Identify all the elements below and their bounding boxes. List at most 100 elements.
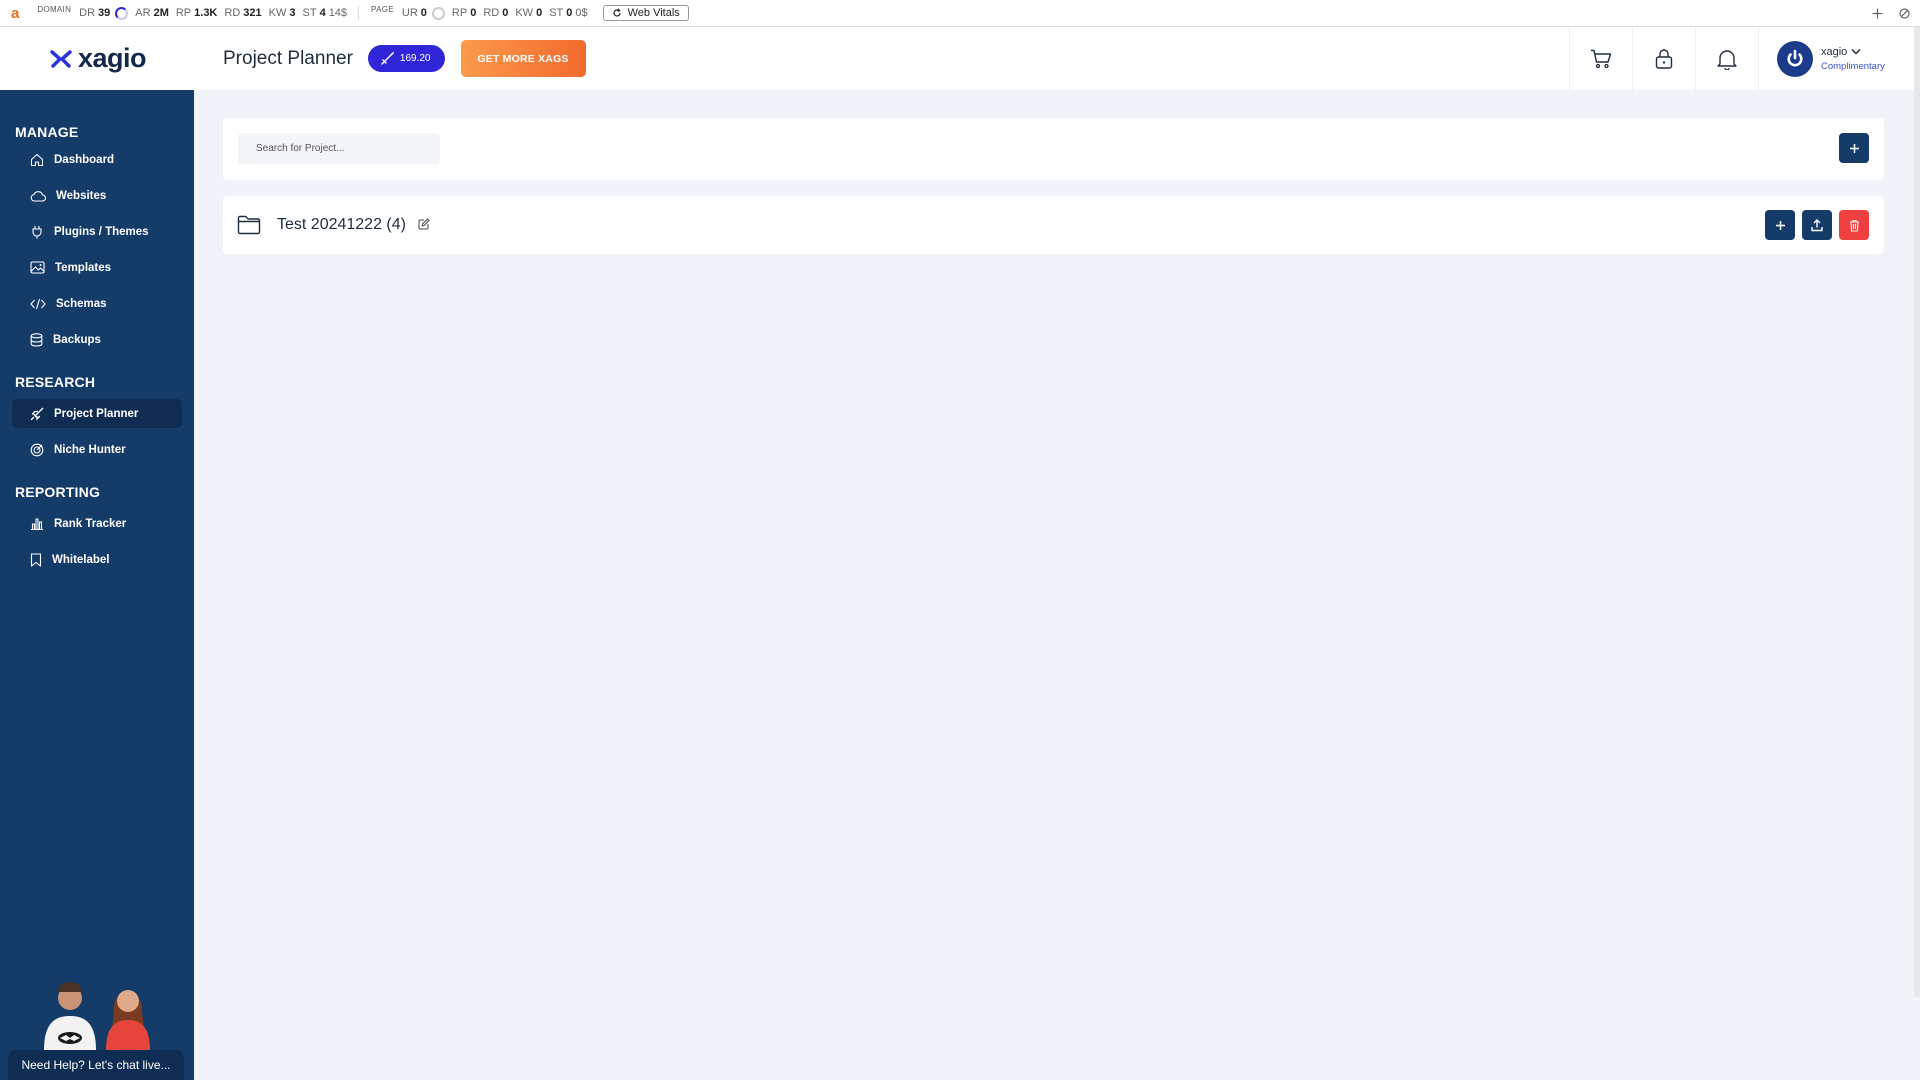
domain-section-label: DOMAIN (37, 4, 72, 14)
user-menu[interactable]: xagio Complimentary (1758, 27, 1903, 90)
edit-icon[interactable] (418, 218, 430, 230)
project-search-input[interactable] (238, 133, 440, 164)
metric-page-rd: RD 0 (483, 7, 509, 19)
lock-button[interactable] (1632, 27, 1695, 90)
folder-icon (237, 215, 261, 235)
add-project-button[interactable] (1839, 133, 1869, 163)
divider (358, 6, 360, 20)
sidebar-item-websites[interactable]: Websites (12, 181, 182, 210)
sidebar-item-label: Plugins / Themes (54, 225, 149, 238)
sidebar-item-schemas[interactable]: Schemas (12, 289, 182, 318)
web-vitals-button[interactable]: Web Vitals (602, 5, 689, 21)
target-icon (30, 443, 44, 456)
upload-icon (1811, 218, 1823, 231)
metric-ar: AR 2M (135, 7, 169, 19)
sidebar-item-templates[interactable]: Templates (12, 253, 182, 282)
user-name: xagio (1821, 45, 1848, 58)
xags-balance-badge[interactable]: 169.20 (367, 45, 445, 72)
bell-icon (1717, 49, 1737, 70)
sidebar-item-project-planner[interactable]: Project Planner (12, 399, 182, 428)
sidebar-item-rank-tracker[interactable]: Rank Tracker (12, 509, 182, 538)
plug-icon (32, 225, 42, 238)
sidebar-item-label: Whitelabel (52, 553, 110, 566)
bar-chart-icon (31, 518, 43, 530)
home-icon (30, 153, 44, 166)
sidebar-item-backups[interactable]: Backups (12, 325, 182, 354)
metric-kw: KW 3 (268, 7, 296, 19)
get-more-xags-button[interactable]: GET MORE XAGS (460, 40, 586, 77)
trash-icon (1849, 219, 1859, 232)
sidebar-item-dashboard[interactable]: Dashboard (12, 145, 182, 174)
xags-balance-value: 169.20 (399, 53, 431, 64)
chevron-down-icon (1851, 48, 1861, 55)
app-header: xagio Project Planner 169.20 GET MORE XA… (0, 27, 1920, 90)
project-actions (1765, 210, 1869, 240)
support-agents-image (44, 982, 150, 1050)
sidebar-item-label: Websites (56, 189, 107, 202)
ur-circle-icon (431, 6, 445, 20)
database-icon (30, 332, 43, 347)
refresh-icon (613, 8, 621, 17)
metric-page-kw: KW 0 (515, 7, 543, 19)
xagio-logo[interactable]: xagio (50, 43, 223, 74)
scrollbar[interactable] (1914, 27, 1920, 997)
sidebar-item-label: Project Planner (54, 407, 139, 420)
image-icon (30, 261, 45, 274)
header-actions: xagio Complimentary (1569, 27, 1903, 90)
dr-circle-icon (115, 6, 129, 20)
code-icon (30, 298, 46, 309)
seo-extension-bar: a DOMAIN DR 39 AR 2M RP 1.3K RD 321 KW 3 ST 4 1… (0, 0, 1920, 27)
sidebar-section-reporting: REPORTING (15, 484, 101, 500)
sidebar-item-label: Backups (53, 333, 101, 346)
block-icon[interactable] (1899, 8, 1910, 19)
sidebar-item-whitelabel[interactable]: Whitelabel (12, 545, 182, 574)
ext-bar-controls (1872, 0, 1920, 27)
sidebar-item-label: Schemas (56, 297, 107, 310)
web-vitals-label: Web Vitals (627, 7, 680, 19)
project-row[interactable]: Test 20241222 (4) (223, 196, 1884, 254)
ahrefs-logo[interactable]: a (11, 5, 19, 22)
export-project-button[interactable] (1802, 210, 1832, 240)
metric-ur: UR 0 (402, 6, 445, 20)
main-content: Test 20241222 (4) (194, 90, 1920, 1080)
sidebar-item-niche-hunter[interactable]: Niche Hunter (12, 435, 182, 464)
rocket-icon (30, 407, 44, 421)
metric-st: ST 4 14$ (302, 7, 348, 19)
sidebar-item-label: Niche Hunter (54, 443, 126, 456)
plus-icon (1849, 143, 1859, 153)
user-info: xagio Complimentary (1821, 46, 1885, 72)
add-to-project-button[interactable] (1765, 210, 1795, 240)
delete-project-button[interactable] (1839, 210, 1869, 240)
metric-rd: RD 321 (224, 7, 262, 19)
lock-icon (1655, 49, 1673, 69)
project-name[interactable]: Test 20241222 (4) (277, 216, 406, 234)
plus-icon[interactable] (1872, 8, 1883, 19)
notifications-button[interactable] (1695, 27, 1758, 90)
xagio-mark-icon (50, 49, 72, 68)
avatar (1777, 40, 1813, 77)
cart-icon (1591, 49, 1612, 68)
sidebar-section-research: RESEARCH (15, 374, 96, 390)
sidebar-item-label: Dashboard (54, 153, 115, 166)
sidebar-item-plugins-themes[interactable]: Plugins / Themes (12, 217, 182, 246)
project-search-card (223, 118, 1884, 180)
page-title: Project Planner (223, 47, 353, 69)
chat-label[interactable]: Need Help? Let's chat live... (8, 1050, 184, 1080)
metric-rp: RP 1.3K (175, 7, 218, 19)
page-section-label: PAGE (371, 4, 394, 14)
rocket-icon (381, 51, 394, 65)
sidebar: MANAGE Dashboard Websites Plugins / Them… (0, 90, 194, 1080)
metric-dr: DR 39 (79, 6, 129, 20)
brand-name: xagio (78, 43, 147, 73)
metric-page-rp: RP 0 (451, 7, 477, 19)
metric-page-st: ST 0 0$ (549, 7, 588, 19)
user-plan: Complimentary (1821, 60, 1885, 72)
sidebar-item-label: Rank Tracker (54, 517, 127, 530)
bookmark-icon (30, 552, 42, 567)
sidebar-item-label: Templates (55, 261, 112, 274)
power-icon (1784, 47, 1806, 70)
cart-button[interactable] (1569, 27, 1632, 90)
sidebar-section-manage: MANAGE (15, 124, 79, 140)
cloud-icon (30, 190, 46, 202)
live-chat-widget[interactable]: Need Help? Let's chat live... (8, 982, 184, 1080)
